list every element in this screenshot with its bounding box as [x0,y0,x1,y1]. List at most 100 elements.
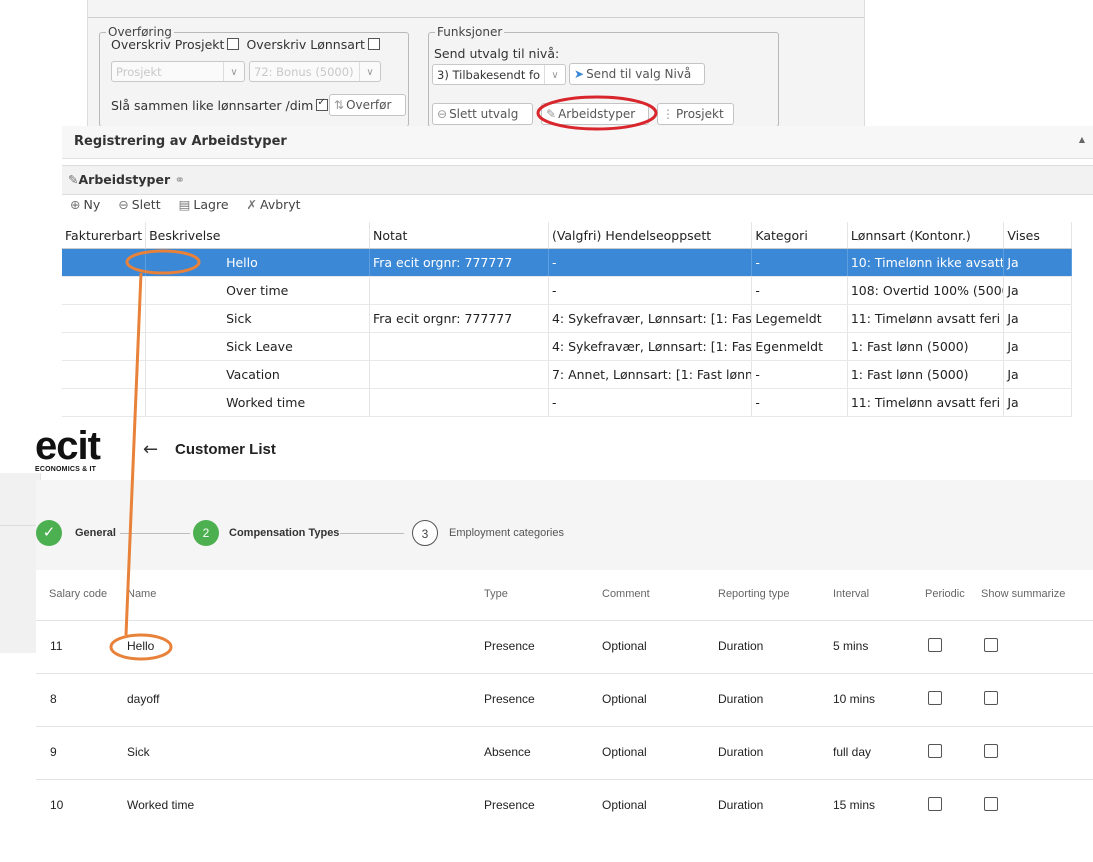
column-header[interactable]: Reporting type [718,588,790,600]
column-header[interactable]: Interval [833,588,869,600]
beskrivelse-cell[interactable]: Sick Leave [145,332,370,361]
table-row[interactable]: 9 Sick Absence Optional Duration full da… [36,726,1093,780]
slett-utvalg-button[interactable]: ⊖ Slett utvalg [432,103,533,125]
column-header[interactable]: Kategori [751,222,848,249]
overskriv-lonnsart-checkbox[interactable] [367,38,380,50]
kategori-cell[interactable]: - [751,360,848,389]
hendelse-cell[interactable]: - [548,248,753,277]
periodic-checkbox[interactable] [928,691,942,705]
kategori-cell[interactable]: Egenmeldt [751,332,848,361]
table-row[interactable]: 8 dayoff Presence Optional Duration 10 m… [36,673,1093,727]
step-general-label[interactable]: General [75,527,116,539]
ny-button[interactable]: ⊕ Ny [70,197,100,212]
table-row[interactable]: 10 Worked time Presence Optional Duratio… [36,779,1093,833]
column-header[interactable]: Notat [369,222,549,249]
lonnsart-cell[interactable]: 11: Timelønn avsatt feri [847,304,1005,333]
show-summarize-checkbox[interactable] [984,744,998,758]
show-summarize-checkbox[interactable] [984,638,998,652]
slett-button[interactable]: ⊖ Slett [118,197,160,212]
periodic-checkbox[interactable] [928,638,942,652]
step-2-circle[interactable]: 2 [193,520,219,546]
fakturerbart-cell[interactable] [62,248,147,277]
column-header[interactable]: Fakturerbart [62,222,147,249]
column-header[interactable]: Beskrivelse [145,222,370,249]
show-summarize-checkbox[interactable] [984,691,998,705]
hendelse-cell[interactable]: - [548,388,753,417]
back-arrow-icon[interactable]: ← [143,439,158,460]
table-row[interactable]: Over time - - 108: Overtid 100% (5000 Ja [62,276,1072,305]
notat-cell[interactable]: Fra ecit orgnr: 777777 [369,248,549,277]
column-header[interactable]: (Valgfri) Hendelseoppsett [548,222,753,249]
periodic-checkbox[interactable] [928,797,942,811]
notat-cell[interactable] [369,276,549,305]
fakturerbart-cell[interactable] [62,388,147,417]
table-row[interactable]: Worked time - - 11: Timelønn avsatt feri… [62,388,1072,417]
lagre-button[interactable]: ▤ Lagre [179,197,229,212]
column-header[interactable]: Lønnsart (Kontonr.) [847,222,1005,249]
lonnsart-cell[interactable]: 11: Timelønn avsatt feri [847,388,1005,417]
beskrivelse-cell[interactable]: Vacation [145,360,370,389]
beskrivelse-cell[interactable]: Sick [145,304,370,333]
notat-cell[interactable] [369,332,549,361]
vises-cell[interactable]: Ja [1003,332,1072,361]
arbeidstyper-button[interactable]: ✎ Arbeidstyper [541,103,649,125]
table-row[interactable]: 11 Hello Presence Optional Duration 5 mi… [36,620,1093,674]
hendelse-cell[interactable]: 7: Annet, Lønnsart: [1: Fast lønn [548,360,753,389]
lightbulb-icon[interactable]: ⚭ [175,172,185,187]
lonnsart-cell[interactable]: 108: Overtid 100% (5000 [847,276,1005,305]
kategori-cell[interactable]: - [751,388,848,417]
column-header[interactable]: Show summarize [981,588,1065,600]
fakturerbart-cell[interactable] [62,360,147,389]
vises-cell[interactable]: Ja [1003,248,1072,277]
beskrivelse-cell[interactable]: Over time [145,276,370,305]
sla-sammen-checkbox[interactable] [316,97,329,111]
show-summarize-checkbox[interactable] [984,797,998,811]
hendelse-cell[interactable]: 4: Sykefravær, Lønnsart: [1: Fast [548,304,753,333]
column-header[interactable]: Salary code [49,588,107,600]
column-header[interactable]: Comment [602,588,650,600]
check-icon[interactable]: ✓ [36,520,62,546]
fakturerbart-cell[interactable] [62,304,147,333]
notat-cell[interactable]: Fra ecit orgnr: 777777 [369,304,549,333]
avbryt-button[interactable]: ✗ Avbryt [247,197,301,212]
overskriv-prosjekt-checkbox[interactable] [227,38,240,50]
kategori-cell[interactable]: Legemeldt [751,304,848,333]
lonnsart-cell[interactable]: 10: Timelønn ikke avsatt [847,248,1005,277]
step-employment-label[interactable]: Employment categories [449,527,564,539]
vises-cell[interactable]: Ja [1003,360,1072,389]
fakturerbart-cell[interactable] [62,276,147,305]
kategori-cell[interactable]: - [751,248,848,277]
column-header[interactable]: Vises [1003,222,1072,249]
column-header[interactable]: Periodic [925,588,965,600]
comment-cell: Optional [602,745,647,759]
send-til-nivaa-button[interactable]: ➤ Send til valg Nivå [569,63,705,85]
column-header[interactable]: Name [127,588,156,600]
hendelse-cell[interactable]: 4: Sykefravær, Lønnsart: [1: Fast [548,332,753,361]
overfor-button[interactable]: ⇅ Overfør [329,94,406,116]
column-header[interactable]: Type [484,588,508,600]
collapse-icon[interactable]: ▲ [1079,135,1085,144]
kategori-cell[interactable]: - [751,276,848,305]
prosjekt-select[interactable]: Prosjekt ∨ [111,61,245,82]
periodic-checkbox[interactable] [928,744,942,758]
prosjekt-button[interactable]: ⋮ Prosjekt [657,103,734,125]
table-row[interactable]: Sick Leave 4: Sykefravær, Lønnsart: [1: … [62,332,1072,361]
table-row[interactable]: Vacation 7: Annet, Lønnsart: [1: Fast lø… [62,360,1072,389]
table-row[interactable]: Sick Fra ecit orgnr: 777777 4: Sykefravæ… [62,304,1072,333]
step-compensation-label[interactable]: Compensation Types [229,527,339,539]
beskrivelse-cell[interactable]: Worked time [145,388,370,417]
notat-cell[interactable] [369,360,549,389]
lonnsart-cell[interactable]: 1: Fast lønn (5000) [847,360,1005,389]
lonnsart-select[interactable]: 72: Bonus (5000) ∨ [249,61,381,82]
hendelse-cell[interactable]: - [548,276,753,305]
vises-cell[interactable]: Ja [1003,388,1072,417]
vises-cell[interactable]: Ja [1003,304,1072,333]
notat-cell[interactable] [369,388,549,417]
nivaa-select[interactable]: 3) Tilbakesendt fo ∨ [432,64,566,85]
vises-cell[interactable]: Ja [1003,276,1072,305]
table-row[interactable]: Hello Fra ecit orgnr: 777777 - - 10: Tim… [62,248,1072,277]
fakturerbart-cell[interactable] [62,332,147,361]
step-3-circle[interactable]: 3 [412,520,438,546]
beskrivelse-cell[interactable]: Hello [145,248,370,277]
lonnsart-cell[interactable]: 1: Fast lønn (5000) [847,332,1005,361]
